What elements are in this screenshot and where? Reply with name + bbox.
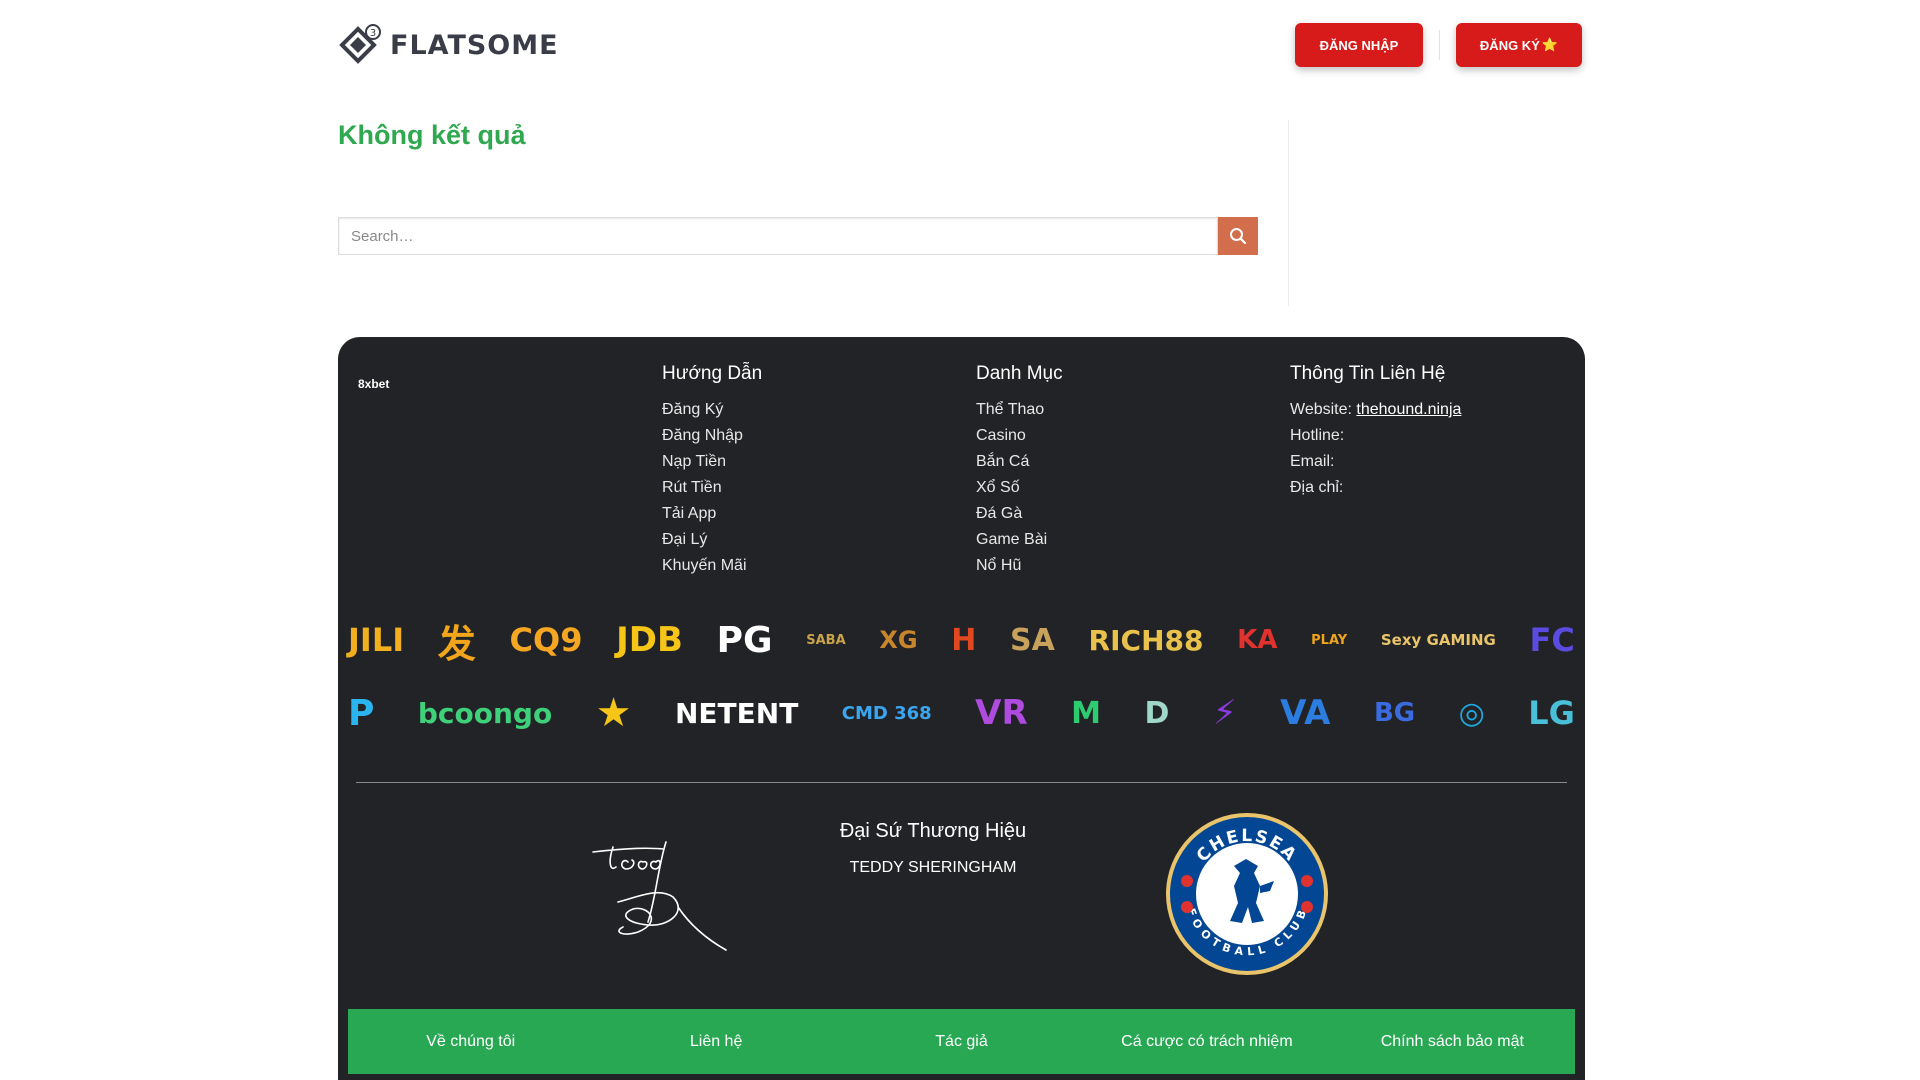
provider-logo-b3: NETENT — [674, 696, 799, 730]
provider-logo-b5: VR — [975, 693, 1028, 733]
provider-logo-a11: PLAY — [1311, 632, 1348, 648]
contact-email: Email: — [1290, 453, 1335, 470]
flatsome-logo-icon: 3 — [339, 24, 381, 64]
logo-badge: 3 — [370, 28, 376, 39]
footer-brand: 8xbet — [358, 377, 390, 391]
site-footer: 8xbet Hướng Dẫn Đăng Ký Đăng Nhập Nạp Ti… — [338, 337, 1585, 1080]
provider-logo-b12: LG — [1528, 694, 1575, 732]
footer-category-link[interactable]: Đá Gà — [976, 501, 1063, 527]
footer-category-link[interactable]: Xổ Số — [976, 475, 1063, 501]
provider-logos-row-2: Pbcoongo ★ NETENT CMD 368 VR M D ⚡ VA BG ◎ LG — [348, 685, 1575, 741]
footer-category-link[interactable]: Bắn Cá — [976, 449, 1063, 475]
provider-logo-a7: H — [951, 622, 977, 658]
signature-image — [592, 841, 727, 951]
ambassador-name: TEDDY SHERINGHAM — [849, 859, 1017, 876]
provider-logo-b11: ◎ — [1458, 695, 1485, 731]
footer-divider — [356, 782, 1567, 783]
responsible-gambling-link[interactable]: Cá cược có trách nhiệm — [1084, 1009, 1329, 1074]
star-icon: ⭐ — [1541, 37, 1559, 52]
search-form — [338, 217, 1258, 255]
footer-categories-column: Danh Mục Thể Thao Casino Bắn Cá Xổ Số Đá… — [976, 363, 1063, 579]
sidebar-divider — [1288, 120, 1289, 306]
chelsea-crest-icon: CHELSEA FOOTBALL CLUB — [1166, 813, 1328, 975]
contact-website-link[interactable]: thehound.ninja — [1356, 401, 1461, 418]
provider-logos-row-1: JILI 发 CQ9 JDB PG SABA XG H SA RICH88 KA PLAY Sexy G… — [348, 612, 1575, 668]
footer-bottom-nav: Về chúng tôi Liên hệ Tác giả Cá cược có … — [348, 1009, 1575, 1074]
search-input[interactable] — [338, 217, 1218, 255]
privacy-policy-link[interactable]: Chính sách bảo mật — [1330, 1009, 1575, 1074]
provider-logo-b2: ★ — [595, 690, 632, 736]
footer-guide-column: Hướng Dẫn Đăng Ký Đăng Nhập Nạp Tiền Rút… — [662, 363, 762, 579]
provider-logo-b8: ⚡ — [1212, 693, 1237, 733]
search-icon — [1230, 228, 1247, 245]
register-button-label: ĐĂNG KÝ — [1479, 37, 1540, 53]
search-button[interactable] — [1218, 217, 1258, 255]
provider-logo-a9: RICH88 — [1088, 623, 1204, 657]
site-header: 3 FLATSOME ĐĂNG NHẬP ĐĂNG KÝ ⭐ — [0, 0, 1920, 90]
author-link[interactable]: Tác giả — [839, 1009, 1084, 1074]
provider-logo-b6: M — [1071, 695, 1101, 731]
provider-logo-a10: KA — [1237, 625, 1278, 655]
register-button[interactable]: ĐĂNG KÝ ⭐ — [1456, 23, 1582, 67]
footer-guide-link[interactable]: Khuyến Mãi — [662, 553, 762, 579]
contact-website: Website: thehound.ninja — [1290, 397, 1461, 423]
provider-logo-a4: PG — [716, 619, 773, 661]
provider-logo-a13: FC — [1529, 621, 1575, 659]
contact-hotline: Hotline: — [1290, 427, 1345, 444]
footer-guide-link[interactable]: Tải App — [662, 501, 762, 527]
footer-guide-link[interactable]: Đăng Ký — [662, 397, 762, 423]
footer-categories-title: Danh Mục — [976, 363, 1063, 384]
contact-address: Địa chỉ: — [1290, 479, 1344, 496]
provider-logo-b9: VA — [1280, 693, 1331, 733]
contact-website-label: Website: — [1290, 401, 1352, 418]
footer-contact-column: Thông Tin Liên Hệ Website: thehound.ninj… — [1290, 363, 1461, 501]
footer-guide-link[interactable]: Rút Tiền — [662, 475, 762, 501]
footer-category-link[interactable]: Nổ Hũ — [976, 553, 1063, 579]
logo-text: FLATSOME — [390, 29, 559, 61]
footer-guide-title: Hướng Dẫn — [662, 363, 763, 384]
provider-logo-a8: SA — [1010, 622, 1055, 658]
provider-logo-b4: CMD 368 — [841, 702, 932, 724]
provider-logo-a1: 发 — [437, 621, 476, 666]
footer-guide-link[interactable]: Nạp Tiền — [662, 449, 762, 475]
page-title: Không kết quả — [338, 120, 526, 150]
header-divider — [1439, 30, 1440, 60]
provider-logo-a6: XG — [879, 626, 918, 654]
footer-category-link[interactable]: Casino — [976, 423, 1063, 449]
footer-guide-link[interactable]: Đại Lý — [662, 527, 762, 553]
provider-logo-a12: Sexy GAMING — [1380, 631, 1496, 649]
provider-logo-a2: CQ9 — [509, 621, 583, 659]
contact-link[interactable]: Liên hệ — [593, 1009, 838, 1074]
provider-logo-b7: D — [1144, 695, 1170, 731]
provider-logo-b1: bcoongo — [417, 696, 553, 730]
footer-contact-title: Thông Tin Liên Hệ — [1290, 363, 1446, 384]
login-button-label: ĐĂNG NHẬP — [1319, 37, 1399, 53]
provider-logo-a0: JILI — [348, 621, 405, 659]
site-logo[interactable]: 3 FLATSOME — [338, 23, 559, 67]
footer-guide-link[interactable]: Đăng Nhập — [662, 423, 762, 449]
provider-logo-a5: SABA — [806, 632, 846, 648]
provider-logo-a3: JDB — [616, 620, 683, 660]
about-us-link[interactable]: Về chúng tôi — [348, 1009, 593, 1074]
footer-category-link[interactable]: Thể Thao — [976, 397, 1063, 423]
login-button[interactable]: ĐĂNG NHẬP — [1295, 23, 1423, 67]
provider-logo-b10: BG — [1373, 698, 1416, 728]
ambassador-title: Đại Sứ Thương Hiệu — [839, 820, 1027, 842]
footer-category-link[interactable]: Game Bài — [976, 527, 1063, 553]
provider-logo-b0: P — [348, 692, 375, 734]
